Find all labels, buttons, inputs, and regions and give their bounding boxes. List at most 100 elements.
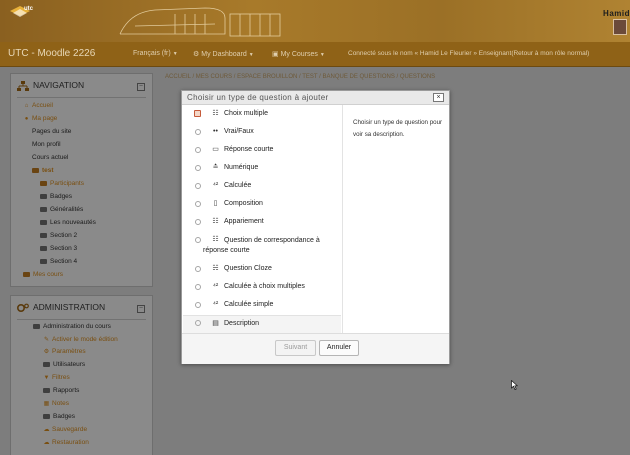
dialog-footer: Suivant Annuler bbox=[182, 333, 449, 364]
nav-item-label: Badges bbox=[50, 193, 73, 200]
radio-button[interactable] bbox=[195, 302, 201, 308]
admin-item-filtres[interactable]: ▼ Filtres bbox=[43, 374, 70, 381]
question-type-label: Description bbox=[224, 320, 260, 327]
question-type-label: Question Cloze bbox=[224, 265, 272, 272]
question-type-calculee-choix-multiples[interactable]: ⁴² Calculée à choix multiples bbox=[183, 279, 341, 297]
login-info[interactable]: Connecté sous le nom « Hamid Le Fleurier… bbox=[348, 50, 589, 57]
user-avatar[interactable] bbox=[613, 19, 627, 35]
radio-button[interactable] bbox=[195, 237, 201, 243]
admin-item-utilisateurs[interactable]: Utilisateurs bbox=[43, 361, 85, 368]
nav-item-mes-cours[interactable]: Mes cours bbox=[23, 271, 63, 278]
admin-item-label: Utilisateurs bbox=[53, 361, 86, 368]
nav-item-label: Mon profil bbox=[32, 141, 61, 148]
cloud-download-icon: ☁ bbox=[43, 440, 50, 446]
question-type-reponse-courte[interactable]: ▭ Réponse courte bbox=[183, 141, 341, 159]
dashboard-menu[interactable]: ⚙ My Dashboard ▼ bbox=[193, 50, 254, 58]
question-type-dialog: Choisir un type de question à ajouter × … bbox=[181, 90, 450, 364]
admin-item-restauration[interactable]: ☁ Restauration bbox=[43, 439, 89, 446]
nav-item-accueil[interactable]: ⌂ Accueil bbox=[23, 102, 53, 109]
question-type-calculee-simple[interactable]: ⁴² Calculée simple bbox=[183, 297, 341, 315]
radio-button[interactable] bbox=[195, 320, 201, 326]
radio-button[interactable] bbox=[194, 110, 201, 117]
radio-button[interactable] bbox=[195, 266, 201, 272]
folder-icon bbox=[43, 387, 50, 393]
question-type-description[interactable]: ▤ Description bbox=[183, 315, 341, 334]
question-type-choix-multiple[interactable]: ☷ Choix multiple bbox=[183, 105, 341, 123]
question-type-vrai-faux[interactable]: •• Vrai/Faux bbox=[183, 123, 341, 141]
radio-button[interactable] bbox=[195, 129, 201, 135]
home-icon: ⌂ bbox=[24, 103, 29, 109]
admin-item-label: Paramètres bbox=[52, 348, 86, 355]
collapse-block-icon[interactable]: – bbox=[137, 83, 145, 91]
folder-icon bbox=[40, 245, 47, 251]
nav-item-label: Pages du site bbox=[32, 128, 72, 135]
nav-item-section-3[interactable]: Section 3 bbox=[40, 245, 77, 252]
question-type-numerique[interactable]: ≛ Numérique bbox=[183, 159, 341, 177]
language-menu[interactable]: Français (fr) ▼ bbox=[133, 50, 178, 57]
nav-item-label: Mes cours bbox=[33, 271, 63, 278]
nav-item-label: Section 3 bbox=[50, 245, 78, 252]
grades-table-icon: ▦ bbox=[43, 401, 50, 407]
admin-item-label: Activer le mode édition bbox=[52, 336, 118, 343]
radio-button[interactable] bbox=[195, 165, 201, 171]
question-type-composition[interactable]: ▯ Composition bbox=[183, 195, 341, 213]
nav-item-mon-profil[interactable]: Mon profil bbox=[32, 141, 61, 148]
admin-item-label: Filtres bbox=[52, 374, 70, 381]
nav-item-nouveautes[interactable]: Les nouveautés bbox=[40, 219, 96, 226]
question-type-label: Choix multiple bbox=[224, 110, 268, 117]
question-type-calculee[interactable]: ⁴² Calculée bbox=[183, 177, 341, 195]
nav-item-generalites[interactable]: Généralités bbox=[40, 206, 83, 213]
nav-item-test-course[interactable]: test bbox=[32, 167, 54, 174]
breadcrumb[interactable]: ACCUEIL / MES COURS / ESPACE BROUILLON /… bbox=[165, 74, 435, 80]
nav-item-section-2[interactable]: Section 2 bbox=[40, 232, 77, 239]
nav-item-participants[interactable]: Participants bbox=[40, 180, 84, 187]
nav-item-ma-page[interactable]: ● Ma page bbox=[23, 115, 58, 122]
dots-icon: •• bbox=[213, 128, 218, 135]
admin-item-badges[interactable]: Badges bbox=[43, 413, 75, 420]
admin-item-notes[interactable]: ▦ Notes bbox=[43, 400, 69, 407]
close-icon[interactable]: × bbox=[433, 93, 444, 102]
calc-multi-icon: ⁴² bbox=[212, 283, 219, 290]
next-button[interactable]: Suivant bbox=[275, 340, 316, 356]
folder-icon bbox=[23, 271, 30, 277]
admin-item-sauvegarde[interactable]: ☁ Sauvegarde bbox=[43, 426, 88, 433]
nav-item-pages-du-site[interactable]: Pages du site bbox=[32, 128, 71, 135]
question-type-cloze[interactable]: ☵ Question Cloze bbox=[183, 261, 341, 279]
radio-button[interactable] bbox=[195, 284, 201, 290]
site-header: utc Hamid bbox=[0, 0, 630, 42]
question-type-correspondance-courte[interactable]: ☷ Question de correspondance à réponse c… bbox=[183, 231, 341, 261]
nav-item-badges[interactable]: Badges bbox=[40, 193, 72, 200]
admin-item-parametres[interactable]: ⚙ Paramètres bbox=[43, 348, 86, 355]
caret-down-icon: ▼ bbox=[172, 51, 178, 57]
radio-button[interactable] bbox=[195, 201, 201, 207]
gears-icon bbox=[17, 303, 29, 312]
radio-button[interactable] bbox=[195, 219, 201, 225]
admin-item-edit-mode[interactable]: ✎ Activer le mode édition bbox=[43, 336, 118, 343]
header-user-name[interactable]: Hamid bbox=[603, 9, 630, 18]
admin-item-label: Notes bbox=[52, 400, 69, 407]
cloud-upload-icon: ☁ bbox=[43, 427, 50, 433]
question-description-panel: Choisir un type de question pour voir sa… bbox=[342, 105, 449, 333]
admin-item-course-admin[interactable]: Administration du cours bbox=[33, 323, 111, 330]
folder-icon bbox=[43, 361, 50, 367]
description-icon: ▤ bbox=[212, 320, 219, 327]
site-brand[interactable]: UTC - Moodle 2226 bbox=[8, 48, 95, 59]
admin-item-rapports[interactable]: Rapports bbox=[43, 387, 79, 394]
question-type-label: Calculée à choix multiples bbox=[224, 283, 305, 290]
question-type-appariement[interactable]: ☷ Appariement bbox=[183, 213, 341, 231]
top-navbar: UTC - Moodle 2226 Français (fr) ▼ ⚙ My D… bbox=[0, 42, 630, 67]
navigation-block: NAVIGATION – ⌂ Accueil ● Ma page Pages du … bbox=[10, 73, 153, 287]
nav-item-section-4[interactable]: Section 4 bbox=[40, 258, 77, 265]
cloze-icon: ☵ bbox=[212, 265, 219, 272]
radio-button[interactable] bbox=[195, 147, 201, 153]
nav-item-cours-actuel[interactable]: Cours actuel bbox=[32, 154, 69, 161]
block-divider bbox=[17, 319, 146, 320]
folder-icon bbox=[40, 258, 47, 264]
nav-item-label: Section 4 bbox=[50, 258, 78, 265]
radio-button[interactable] bbox=[195, 183, 201, 189]
courses-menu[interactable]: ▣ My Courses ▼ bbox=[272, 50, 325, 58]
question-type-label: Réponse courte bbox=[224, 146, 274, 153]
collapse-block-icon[interactable]: – bbox=[137, 305, 145, 313]
cancel-button[interactable]: Annuler bbox=[319, 340, 359, 356]
courses-label: My Courses bbox=[280, 51, 318, 58]
